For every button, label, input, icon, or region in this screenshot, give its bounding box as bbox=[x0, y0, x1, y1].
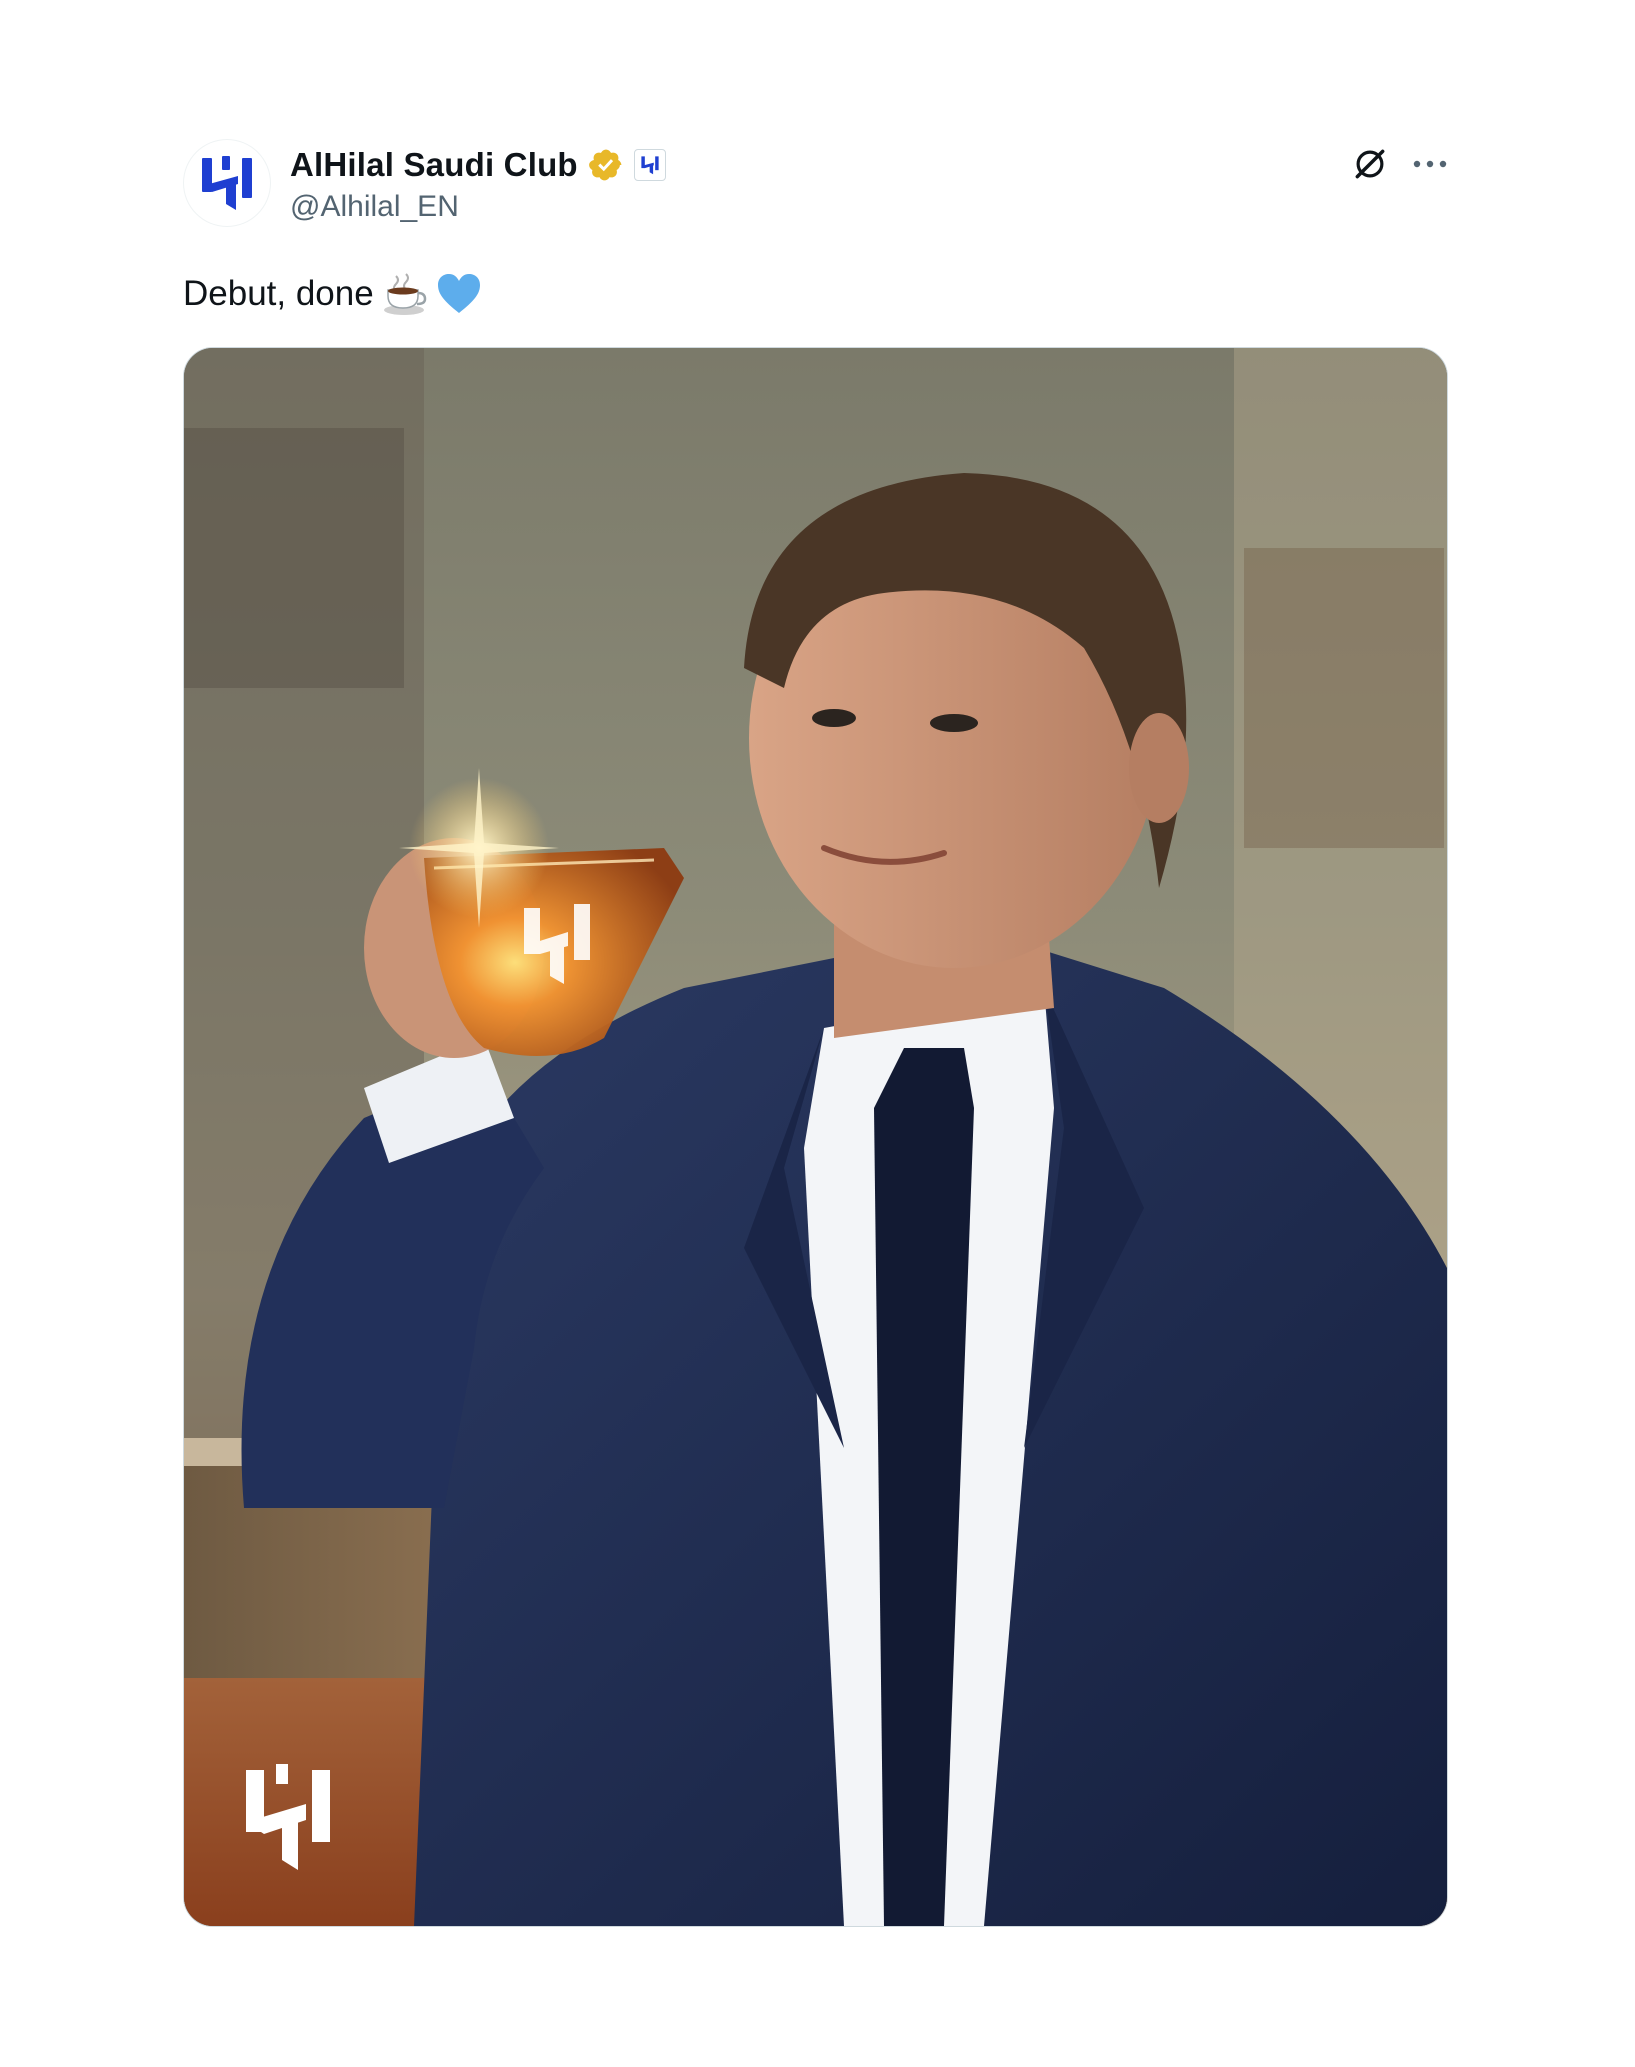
display-name[interactable]: AlHilal Saudi Club bbox=[290, 146, 578, 184]
alhilal-logo-icon bbox=[202, 156, 252, 210]
photo-illustration bbox=[184, 348, 1447, 1926]
affiliate-badge-icon[interactable] bbox=[633, 149, 666, 181]
grok-icon[interactable] bbox=[1348, 142, 1392, 186]
coffee-cup-icon bbox=[382, 272, 428, 316]
more-options-icon[interactable] bbox=[1408, 142, 1452, 186]
verified-badge-icon[interactable] bbox=[588, 147, 624, 183]
tweet-media-photo[interactable] bbox=[183, 347, 1448, 1927]
avatar[interactable] bbox=[184, 140, 270, 226]
user-handle[interactable]: @Alhilal_EN bbox=[290, 190, 459, 224]
tweet-text-content: Debut, done bbox=[183, 274, 374, 313]
blue-heart-icon bbox=[436, 273, 482, 315]
tweet-text: Debut, done bbox=[183, 272, 482, 316]
